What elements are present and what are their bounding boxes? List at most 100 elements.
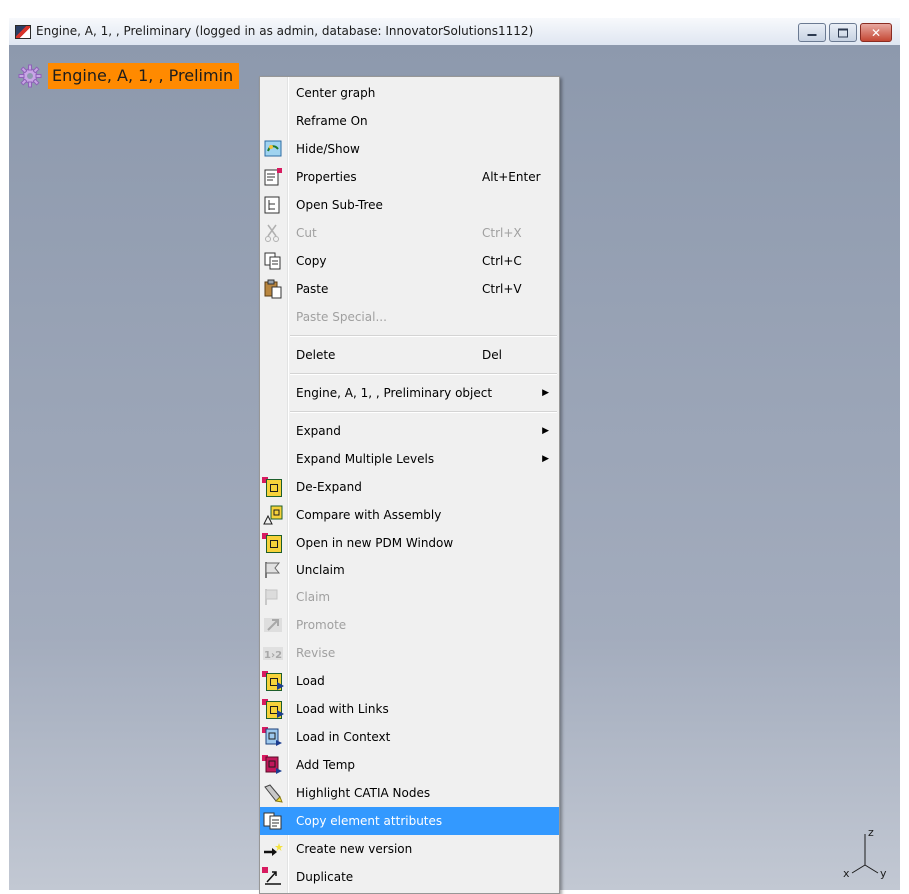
properties-icon — [262, 167, 284, 187]
hide-show-icon — [262, 139, 284, 159]
window-title: Engine, A, 1, , Preliminary (logged in a… — [36, 24, 534, 38]
menu-item-label: Expand Multiple Levels — [296, 452, 435, 466]
menu-item-open-in-new-pdm-window[interactable]: Open in new PDM Window — [260, 529, 559, 557]
menu-item-duplicate[interactable]: Duplicate — [260, 863, 559, 891]
menu-item-reframe-on[interactable]: Reframe On — [260, 107, 559, 135]
menu-item-label: Claim — [296, 590, 331, 604]
menu-item-load-with-links[interactable]: Load with Links — [260, 695, 559, 723]
menu-item-paste[interactable]: Paste Ctrl+V — [260, 275, 559, 303]
axis-x-label: x — [843, 867, 850, 880]
menu-item-unclaim[interactable]: Unclaim — [260, 557, 559, 583]
menu-item-label: Expand — [296, 424, 341, 438]
window-controls: ✕ — [798, 23, 892, 42]
add-temp-icon — [262, 755, 284, 775]
menu-item-label: Delete — [296, 348, 336, 362]
menu-item-label: Load — [296, 674, 325, 688]
menu-item-label: Add Temp — [296, 758, 356, 772]
menu-item-paste-special[interactable]: Paste Special... — [260, 303, 559, 331]
node-label[interactable]: Engine, A, 1, , Prelimin — [48, 63, 240, 89]
maximize-button[interactable] — [829, 23, 857, 42]
menu-item-object-submenu[interactable]: Engine, A, 1, , Preliminary object ▶ — [260, 379, 559, 407]
axis-y-label: y — [880, 867, 887, 880]
close-button[interactable]: ✕ — [860, 23, 892, 42]
duplicate-icon — [262, 867, 284, 887]
menu-item-label: Copy — [296, 254, 327, 268]
menu-item-hide-show[interactable]: Hide/Show — [260, 135, 559, 163]
menu-item-label: Hide/Show — [296, 142, 360, 156]
close-icon: ✕ — [870, 25, 882, 40]
menu-item-shortcut: Ctrl+V — [482, 282, 522, 296]
app-icon — [15, 25, 31, 39]
menu-item-label: Properties — [296, 170, 357, 184]
menu-item-load-in-context[interactable]: Load in Context — [260, 723, 559, 751]
menu-item-label: Compare with Assembly — [296, 508, 442, 522]
load-icon — [262, 671, 284, 691]
menu-separator — [290, 411, 557, 413]
menu-item-label: Load in Context — [296, 730, 391, 744]
menu-item-de-expand[interactable]: De-Expand — [260, 473, 559, 501]
menu-item-revise[interactable]: 1›2 Revise — [260, 639, 559, 667]
menu-item-copy[interactable]: Copy Ctrl+C — [260, 247, 559, 275]
minimize-icon — [807, 34, 817, 37]
menu-item-shortcut: Ctrl+X — [482, 226, 522, 240]
menu-item-properties[interactable]: Properties Alt+Enter — [260, 163, 559, 191]
menu-separator — [290, 373, 557, 375]
menu-item-open-sub-tree[interactable]: Open Sub-Tree — [260, 191, 559, 219]
menu-item-label: Load with Links — [296, 702, 389, 716]
menu-item-load[interactable]: Load — [260, 667, 559, 695]
tree-icon — [262, 195, 284, 215]
maximize-icon — [838, 28, 848, 37]
context-menu: Center graph Reframe On Hide/Show Proper… — [259, 76, 560, 894]
scissors-icon — [262, 223, 284, 243]
menu-item-delete[interactable]: Delete Del — [260, 341, 559, 369]
menu-item-copy-element-attributes[interactable]: Copy element attributes — [260, 807, 559, 835]
menu-item-label: Promote — [296, 618, 347, 632]
menu-item-create-new-version[interactable]: Create new version — [260, 835, 559, 863]
menu-item-add-temp[interactable]: Add Temp — [260, 751, 559, 779]
graph-node-engine[interactable]: Engine, A, 1, , Prelimin — [18, 63, 240, 89]
de-expand-icon — [262, 477, 284, 497]
menu-item-label: Paste — [296, 282, 329, 296]
svg-text:1›2: 1›2 — [264, 650, 282, 661]
menu-item-shortcut: Del — [482, 348, 502, 362]
menu-item-highlight-catia-nodes[interactable]: Highlight CATIA Nodes — [260, 779, 559, 807]
submenu-arrow-icon: ▶ — [542, 426, 549, 436]
menu-item-center-graph[interactable]: Center graph — [260, 79, 559, 107]
menu-item-label: Highlight CATIA Nodes — [296, 786, 431, 800]
unclaim-flag-icon — [262, 560, 284, 580]
highlighter-icon — [262, 783, 284, 803]
menu-item-label: Copy element attributes — [296, 814, 443, 828]
paste-icon — [262, 279, 284, 299]
menu-item-expand[interactable]: Expand ▶ — [260, 417, 559, 445]
menu-item-label: Paste Special... — [296, 310, 387, 324]
menu-item-label: Cut — [296, 226, 317, 240]
revise-icon: 1›2 — [262, 643, 284, 663]
menu-item-label: Open Sub-Tree — [296, 198, 383, 212]
menu-item-label: Open in new PDM Window — [296, 536, 454, 550]
menu-item-label: Engine, A, 1, , Preliminary object — [296, 386, 493, 400]
menu-item-promote[interactable]: Promote — [260, 611, 559, 639]
menu-item-label: Duplicate — [296, 870, 354, 884]
menu-item-label: Reframe On — [296, 114, 368, 128]
menu-item-label: Create new version — [296, 842, 413, 856]
menu-item-shortcut: Ctrl+C — [482, 254, 522, 268]
menu-item-claim[interactable]: Claim — [260, 583, 559, 611]
compare-icon — [262, 505, 284, 525]
menu-separator — [290, 335, 557, 337]
menu-item-label: Center graph — [296, 86, 376, 100]
gear-icon — [18, 64, 42, 88]
menu-item-shortcut: Alt+Enter — [482, 170, 541, 184]
load-context-icon — [262, 727, 284, 747]
menu-item-compare-with-assembly[interactable]: Compare with Assembly — [260, 501, 559, 529]
menu-item-label: De-Expand — [296, 480, 362, 494]
claim-flag-icon — [262, 587, 284, 607]
submenu-arrow-icon: ▶ — [542, 388, 549, 398]
copy-attributes-icon — [262, 811, 284, 831]
title-bar[interactable]: Engine, A, 1, , Preliminary (logged in a… — [9, 18, 900, 46]
minimize-button[interactable] — [798, 23, 826, 42]
menu-item-expand-multiple-levels[interactable]: Expand Multiple Levels ▶ — [260, 445, 559, 473]
axis-z-label: z — [868, 826, 874, 839]
menu-item-cut[interactable]: Cut Ctrl+X — [260, 219, 559, 247]
promote-arrow-icon — [262, 615, 284, 635]
menu-item-label: Unclaim — [296, 563, 345, 577]
